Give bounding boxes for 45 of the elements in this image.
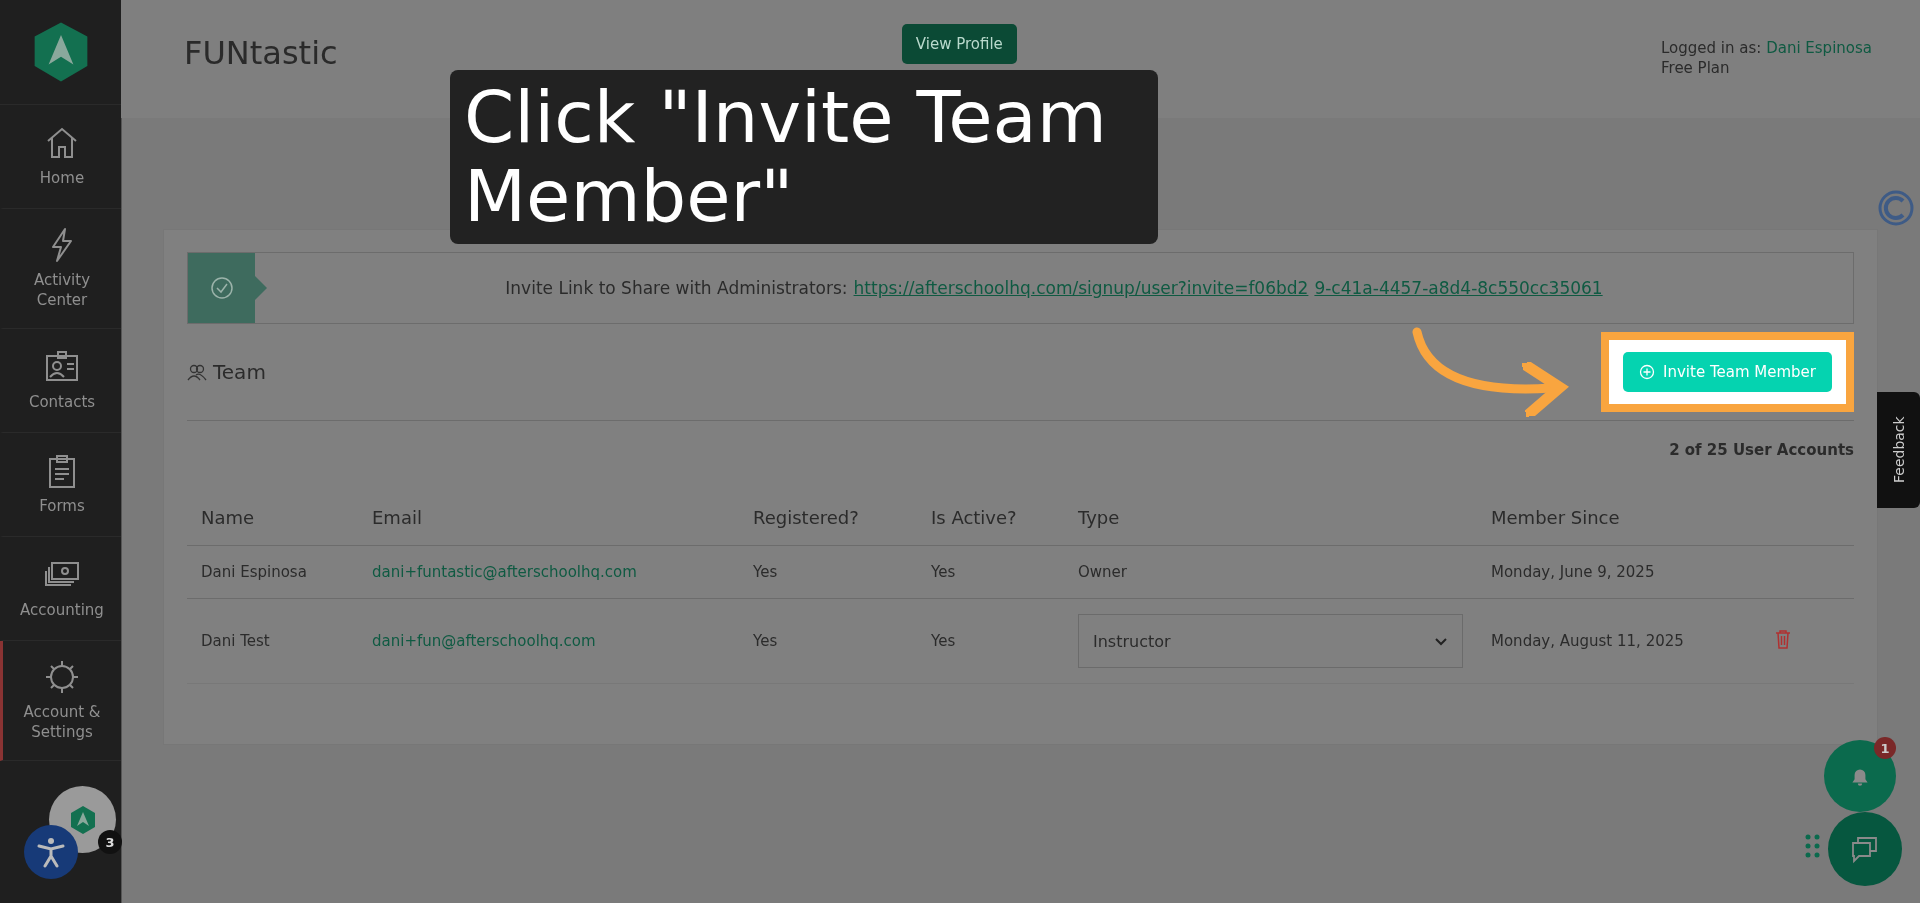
plan-label: Free Plan — [1661, 58, 1731, 79]
notification-count-badge: 1 — [1874, 737, 1896, 759]
chevron-down-icon — [1434, 635, 1448, 647]
column-header: Member Since — [1490, 506, 1621, 528]
account-count: 2 of 25 User Accounts — [1668, 440, 1854, 461]
plus-circle-icon — [1639, 364, 1656, 380]
notification-badge: 3 — [98, 830, 122, 854]
column-header: Registered? — [752, 506, 860, 528]
notifications-button[interactable] — [1824, 740, 1896, 812]
table-cell-text: Dani Espinosa — [200, 563, 308, 581]
column-header: Name — [200, 506, 256, 528]
type-dropdown[interactable]: Instructor — [1078, 614, 1463, 668]
logged-in-label: Logged in as: — [1661, 39, 1762, 57]
sidebar-item[interactable]: Accounting — [0, 537, 121, 641]
view-profile-button[interactable]: View Profile — [901, 24, 1017, 64]
check-circle-icon — [209, 276, 234, 300]
sidebar-item[interactable]: Home — [0, 105, 121, 209]
drag-handle-icon[interactable] — [1805, 834, 1820, 858]
gear-icon — [44, 659, 80, 695]
table-cell-text: Monday, August 11, 2025 — [1490, 632, 1685, 650]
chat-bubbles-icon — [1850, 834, 1880, 864]
sidebar-item[interactable]: Account & Settings — [0, 641, 121, 761]
team-icon — [187, 363, 207, 381]
sidebar-item[interactable]: Activity Center — [0, 209, 121, 329]
column-header: Email — [371, 506, 423, 528]
table-cell-text: Owner — [1077, 563, 1128, 581]
table-cell-text: Yes — [752, 563, 779, 581]
invite-link-label: Invite Link to Share with Administrators: — [505, 278, 848, 298]
tutorial-caption: Click "Invite Team Member" — [450, 70, 1158, 245]
table-cell-text: Yes — [930, 632, 957, 650]
table-cell-text: Yes — [930, 563, 957, 581]
column-header: Is Active? — [930, 506, 1018, 528]
team-heading: Team — [213, 360, 266, 384]
sidebar-item[interactable]: Forms — [0, 433, 121, 537]
column-header: Type — [1077, 506, 1121, 528]
trash-icon[interactable] — [1774, 629, 1792, 649]
feedback-tab[interactable]: Feedback — [1877, 392, 1920, 508]
sidebar-item[interactable]: Contacts — [0, 329, 121, 433]
accessibility-icon — [35, 836, 67, 868]
page-title: FUNtastic — [184, 34, 338, 72]
circular-c-icon[interactable] — [1878, 190, 1914, 226]
table-cell-text: Dani Test — [200, 632, 271, 650]
table-cell-text: Monday, June 9, 2025 — [1490, 563, 1656, 581]
accessibility-button[interactable] — [24, 825, 78, 879]
table-cell-text: Yes — [752, 632, 779, 650]
